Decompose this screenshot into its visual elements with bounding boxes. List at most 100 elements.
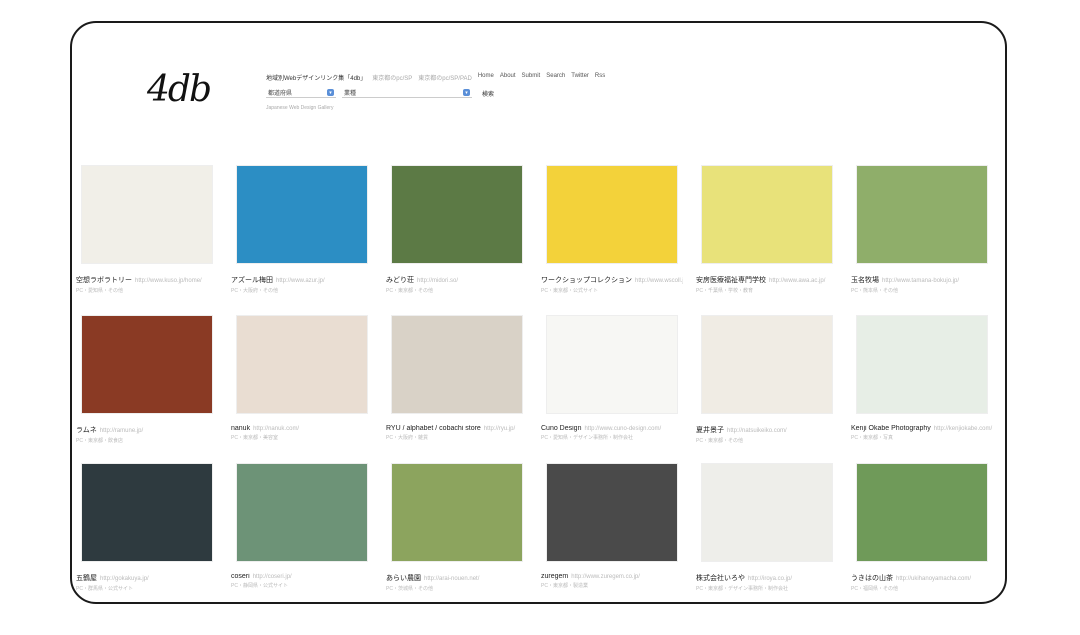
site-url-link[interactable]: http://iroya.co.jp/ [748, 576, 792, 582]
site-meta-tags: PC・茨城県・その他 [386, 586, 433, 592]
site-meta-tags: PC・大阪府・雑貨 [386, 435, 428, 441]
site-card-title: アズール梅田 http://www.azur.jp/ [231, 275, 373, 285]
site-card-title: Cuno Design http://www.cuno-design.com/ [541, 425, 683, 432]
site-card[interactable]: うきはの山茶 http://ukihanoyamacha.com/PC・福岡県・そ… [851, 464, 993, 592]
site-thumbnail[interactable] [392, 464, 522, 561]
site-card[interactable]: ワークショップコレクションhttp://www.wscoll.jp/PC・東京都… [541, 166, 683, 294]
site-thumbnail[interactable] [237, 464, 367, 561]
nav-twitter[interactable]: Twitter [571, 73, 589, 82]
site-thumbnail[interactable] [702, 166, 832, 263]
site-name-link[interactable]: うきはの山茶 [851, 575, 893, 582]
site-thumbnail[interactable] [392, 316, 522, 413]
tagline: Japanese Web Design Gallery [266, 105, 334, 111]
site-name-link[interactable]: 夏井景子 [696, 427, 724, 434]
site-card[interactable]: 空想ラボラトリー http://www.kuso.jp/home/PC・愛知県・そ… [76, 166, 218, 294]
site-card[interactable]: ラムネ http://ramune.jp/PC・東京都・飲食店 [76, 316, 218, 444]
site-name-link[interactable]: 空想ラボラトリー [76, 277, 132, 284]
site-name-link[interactable]: ラムネ [76, 427, 97, 434]
nav-submit[interactable]: Submit [522, 73, 541, 82]
site-meta-tags: PC・熊本県・その他 [851, 288, 898, 294]
site-meta-tags: PC・東京都・飲食店 [76, 438, 123, 444]
industry-select-value: 業種 [344, 91, 357, 97]
site-url-link[interactable]: http://gokakuya.jp/ [100, 576, 149, 582]
site-url-link[interactable]: http://nanuk.com/ [253, 426, 299, 432]
nav-faint-2[interactable]: 東京都のpc/SP/PAD [418, 73, 472, 82]
site-card-title: あらい農園 http://arai-nouen.net/ [386, 573, 528, 583]
site-meta-tags: PC・愛知県・その他 [76, 288, 123, 294]
site-name-link[interactable]: zuregem [541, 573, 568, 580]
site-thumbnail[interactable] [702, 464, 832, 561]
site-thumbnail[interactable] [82, 316, 212, 413]
site-card[interactable]: アズール梅田 http://www.azur.jp/PC・大阪府・その他 [231, 166, 373, 294]
site-thumbnail[interactable] [392, 166, 522, 263]
site-url-link[interactable]: http://www.awa.ac.jp/ [769, 278, 825, 284]
site-meta-tags: PC・静岡県・公式サイト [231, 583, 288, 589]
site-name-link[interactable]: 安房医療福祉専門学校 [696, 277, 766, 284]
site-thumbnail[interactable] [547, 316, 677, 413]
site-meta-tags: PC・東京都・美容室 [231, 435, 278, 441]
site-card[interactable]: zuregem http://www.zuregem.co.jp/PC・東京都・製… [541, 464, 683, 589]
site-name-link[interactable]: 株式会社いろや [696, 575, 745, 582]
site-name-link[interactable]: あらい農園 [386, 575, 421, 582]
site-url-link[interactable]: http://www.cuno-design.com/ [584, 426, 661, 432]
site-name-link[interactable]: みどり荘 [386, 277, 414, 284]
site-card[interactable]: coseri http://coseri.jp/PC・静岡県・公式サイト [231, 464, 373, 589]
industry-select[interactable]: 業種 ▾ [342, 88, 472, 98]
site-card-title: ワークショップコレクションhttp://www.wscoll.jp/ [541, 275, 683, 285]
nav-faint-1[interactable]: 東京都のpc/SP [372, 73, 412, 82]
site-card[interactable]: 株式会社いろや http://iroya.co.jp/PC・東京都・デザイン事務所… [696, 464, 838, 592]
site-thumbnail[interactable] [857, 316, 987, 413]
site-card[interactable]: Kenji Okabe Photography http://kenjiokabe… [851, 316, 993, 441]
site-thumbnail[interactable] [547, 166, 677, 263]
site-url-link[interactable]: http://www.zuregem.co.jp/ [571, 574, 640, 580]
site-thumbnail[interactable] [237, 316, 367, 413]
site-url-link[interactable]: http://www.azur.jp/ [276, 278, 325, 284]
nav-search[interactable]: Search [546, 73, 565, 82]
site-name-link[interactable]: 五鶴屋 [76, 575, 97, 582]
site-url-link[interactable]: http://ukihanoyamacha.com/ [896, 576, 971, 582]
site-url-link[interactable]: http://arai-nouen.net/ [424, 576, 479, 582]
site-card[interactable]: Cuno Design http://www.cuno-design.com/PC… [541, 316, 683, 441]
site-thumbnail[interactable] [237, 166, 367, 263]
site-thumbnail[interactable] [702, 316, 832, 413]
prefecture-select[interactable]: 都道府県 ▾ [266, 88, 336, 98]
site-logo[interactable]: 4db [147, 69, 212, 110]
nav-home[interactable]: Home [478, 73, 494, 82]
site-card[interactable]: 安房医療福祉専門学校 http://www.awa.ac.jp/PC・千葉県・学校… [696, 166, 838, 294]
site-thumbnail[interactable] [857, 166, 987, 263]
site-name-link[interactable]: 玉名牧場 [851, 277, 879, 284]
search-button[interactable]: 検索 [478, 89, 498, 98]
site-card[interactable]: RYU / alphabet / cobachi store http://ryu… [386, 316, 528, 441]
site-name-link[interactable]: Cuno Design [541, 425, 581, 432]
site-url-link[interactable]: http://ramune.jp/ [100, 428, 143, 434]
site-url-link[interactable]: http://www.tamana-bokujo.jp/ [882, 278, 959, 284]
site-title-link[interactable]: 地域別Webデザインリンク集「4db」 [266, 73, 366, 82]
site-card[interactable]: nanuk http://nanuk.com/PC・東京都・美容室 [231, 316, 373, 441]
site-name-link[interactable]: RYU / alphabet / cobachi store [386, 425, 481, 432]
site-url-link[interactable]: http://kenjiokabe.com/ [934, 426, 992, 432]
site-url-link[interactable]: http://ryu.jp/ [484, 426, 515, 432]
nav-rss[interactable]: Rss [595, 73, 605, 82]
nav-about[interactable]: About [500, 73, 516, 82]
site-url-link[interactable]: http://www.kuso.jp/home/ [135, 278, 202, 284]
site-url-link[interactable]: http://natsuikeiko.com/ [727, 428, 787, 434]
site-card[interactable]: 夏井景子 http://natsuikeiko.com/PC・東京都・その他 [696, 316, 838, 444]
site-card[interactable]: 玉名牧場 http://www.tamana-bokujo.jp/PC・熊本県・そ… [851, 166, 993, 294]
site-name-link[interactable]: ワークショップコレクション [541, 277, 632, 284]
site-name-link[interactable]: coseri [231, 573, 250, 580]
site-thumbnail[interactable] [857, 464, 987, 561]
site-thumbnail[interactable] [547, 464, 677, 561]
site-url-link[interactable]: http://www.wscoll.jp/ [635, 278, 683, 284]
site-name-link[interactable]: nanuk [231, 425, 250, 432]
site-url-link[interactable]: http://midori.so/ [417, 278, 458, 284]
site-meta-tags: PC・東京都・写真 [851, 435, 893, 441]
site-card[interactable]: みどり荘 http://midori.so/PC・東京都・その他 [386, 166, 528, 294]
site-name-link[interactable]: アズール梅田 [231, 277, 273, 284]
site-thumbnail[interactable] [82, 166, 212, 263]
site-name-link[interactable]: Kenji Okabe Photography [851, 425, 931, 432]
site-url-link[interactable]: http://coseri.jp/ [253, 574, 292, 580]
prefecture-select-value: 都道府県 [268, 91, 293, 97]
site-thumbnail[interactable] [82, 464, 212, 561]
site-card[interactable]: 五鶴屋 http://gokakuya.jp/PC・群馬県・公式サイト [76, 464, 218, 592]
site-card[interactable]: あらい農園 http://arai-nouen.net/PC・茨城県・その他 [386, 464, 528, 592]
